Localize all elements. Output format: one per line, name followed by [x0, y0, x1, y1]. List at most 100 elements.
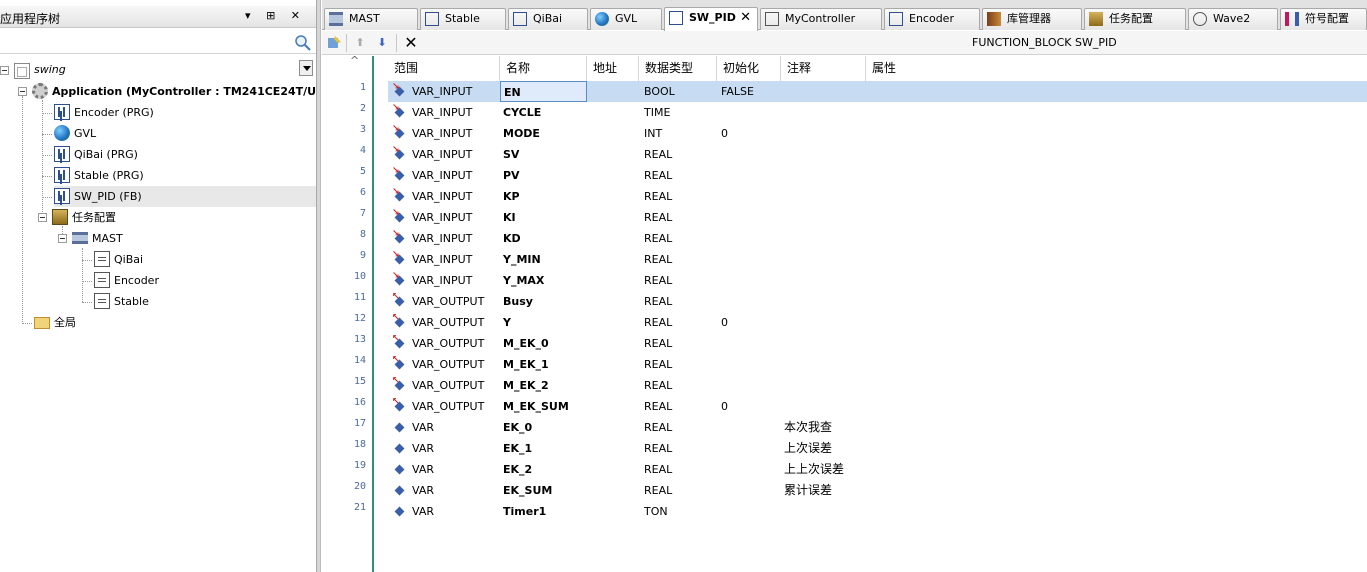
- cell-comment[interactable]: 上上次误差: [784, 459, 844, 480]
- tree-item-application[interactable]: Application (MyController : TM241CE24T/U…: [18, 81, 321, 102]
- cell-scope[interactable]: VAR_OUTPUT: [412, 312, 484, 333]
- cell-type[interactable]: REAL: [644, 186, 672, 207]
- cell-name[interactable]: M_EK_0: [500, 333, 587, 354]
- cell-type[interactable]: REAL: [644, 417, 672, 438]
- cell-name[interactable]: Y_MAX: [500, 270, 587, 291]
- delete-icon[interactable]: ✕: [402, 35, 420, 51]
- cell-name[interactable]: Y: [500, 312, 587, 333]
- cell-init[interactable]: 0: [721, 396, 728, 417]
- cell-name[interactable]: M_EK_2: [500, 375, 587, 396]
- cell-name[interactable]: Timer1: [500, 501, 587, 522]
- cell-init[interactable]: 0: [721, 123, 728, 144]
- cell-type[interactable]: REAL: [644, 291, 672, 312]
- collapse-icon[interactable]: [38, 213, 47, 222]
- table-row[interactable]: ↖ VAR_OUTPUT Busy REAL: [388, 291, 1367, 312]
- cell-scope[interactable]: VAR: [412, 417, 434, 438]
- move-up-icon[interactable]: ⬆: [352, 35, 368, 51]
- panel-splitter[interactable]: [316, 0, 321, 572]
- close-icon[interactable]: ✕: [740, 8, 751, 28]
- tree-item-qibai-prg[interactable]: QiBai (PRG): [54, 144, 138, 165]
- cell-name[interactable]: EK_2: [500, 459, 587, 480]
- tree-item-mast-qibai[interactable]: QiBai: [94, 249, 143, 270]
- cell-name[interactable]: KD: [500, 228, 587, 249]
- table-row[interactable]: VAR EK_SUM REAL 累计误差: [388, 480, 1367, 501]
- column-header-attr[interactable]: 属性: [866, 56, 926, 81]
- tree-item-gvl[interactable]: GVL: [54, 123, 96, 144]
- tab-library-manager[interactable]: 库管理器: [982, 8, 1082, 30]
- cell-name[interactable]: MODE: [500, 123, 587, 144]
- cell-type[interactable]: REAL: [644, 165, 672, 186]
- cell-type[interactable]: REAL: [644, 459, 672, 480]
- table-row[interactable]: ↖ VAR_OUTPUT M_EK_SUM REAL 0: [388, 396, 1367, 417]
- tree-item-task-config[interactable]: 任务配置: [38, 207, 116, 228]
- table-row[interactable]: VAR Timer1 TON: [388, 501, 1367, 522]
- cell-scope[interactable]: VAR_INPUT: [412, 207, 472, 228]
- cell-type[interactable]: INT: [644, 123, 662, 144]
- cell-scope[interactable]: VAR_INPUT: [412, 123, 472, 144]
- column-header-address[interactable]: 地址: [587, 56, 639, 81]
- column-header-comment[interactable]: 注释: [781, 56, 866, 81]
- auto-declare-icon[interactable]: [326, 35, 342, 51]
- tab-mast[interactable]: MAST: [324, 8, 418, 30]
- cell-scope[interactable]: VAR_INPUT: [412, 270, 472, 291]
- cell-scope[interactable]: VAR_OUTPUT: [412, 375, 484, 396]
- cell-name[interactable]: EN: [500, 81, 587, 102]
- cell-comment[interactable]: 累计误差: [784, 480, 832, 501]
- table-row[interactable]: VAR EK_0 REAL 本次我查: [388, 417, 1367, 438]
- tree-item-mast-encoder[interactable]: Encoder: [94, 270, 159, 291]
- collapse-icon[interactable]: [0, 66, 9, 75]
- tab-encoder[interactable]: Encoder: [884, 8, 980, 30]
- column-header-name[interactable]: 名称: [500, 56, 587, 81]
- tab-gvl[interactable]: GVL: [590, 8, 662, 30]
- cell-type[interactable]: TIME: [644, 102, 670, 123]
- table-row[interactable]: ↘ VAR_INPUT KI REAL: [388, 207, 1367, 228]
- cell-type[interactable]: REAL: [644, 438, 672, 459]
- tree-item-mast[interactable]: MAST: [58, 228, 123, 249]
- table-row[interactable]: VAR EK_2 REAL 上上次误差: [388, 459, 1367, 480]
- cell-name[interactable]: SV: [500, 144, 587, 165]
- cell-scope[interactable]: VAR_INPUT: [412, 186, 472, 207]
- cell-scope[interactable]: VAR_INPUT: [412, 144, 472, 165]
- cell-scope[interactable]: VAR_OUTPUT: [412, 333, 484, 354]
- cell-name[interactable]: M_EK_SUM: [500, 396, 587, 417]
- cell-name[interactable]: Busy: [500, 291, 587, 312]
- cell-name[interactable]: CYCLE: [500, 102, 587, 123]
- cell-scope[interactable]: VAR_INPUT: [412, 228, 472, 249]
- table-row[interactable]: ↘ VAR_INPUT PV REAL: [388, 165, 1367, 186]
- tab-task-config[interactable]: 任务配置: [1084, 8, 1186, 30]
- tree-search-bar[interactable]: [0, 32, 316, 54]
- table-row[interactable]: ↘ VAR_INPUT KP REAL: [388, 186, 1367, 207]
- tree-item-sw-pid-fb[interactable]: SW_PID (FB): [54, 186, 316, 207]
- cell-scope[interactable]: VAR_OUTPUT: [412, 291, 484, 312]
- table-row[interactable]: VAR EK_1 REAL 上次误差: [388, 438, 1367, 459]
- cell-type[interactable]: REAL: [644, 270, 672, 291]
- tab-qibai[interactable]: QiBai: [508, 8, 588, 30]
- cell-type[interactable]: REAL: [644, 228, 672, 249]
- table-row[interactable]: ↘ VAR_INPUT SV REAL: [388, 144, 1367, 165]
- tab-sw-pid[interactable]: SW_PID ✕: [664, 7, 758, 31]
- cell-type[interactable]: REAL: [644, 375, 672, 396]
- cell-scope[interactable]: VAR: [412, 480, 434, 501]
- cell-name[interactable]: EK_1: [500, 438, 587, 459]
- table-row[interactable]: ↖ VAR_OUTPUT M_EK_2 REAL: [388, 375, 1367, 396]
- tree-item-encoder-prg[interactable]: Encoder (PRG): [54, 102, 154, 123]
- collapse-header[interactable]: ^: [322, 54, 374, 81]
- collapse-icon[interactable]: [58, 234, 67, 243]
- cell-name[interactable]: EK_SUM: [500, 480, 587, 501]
- cell-scope[interactable]: VAR_OUTPUT: [412, 396, 484, 417]
- cell-name[interactable]: KP: [500, 186, 587, 207]
- cell-scope[interactable]: VAR: [412, 459, 434, 480]
- panel-window-buttons[interactable]: ▾ ⊞ ✕: [245, 9, 306, 22]
- tree-item-stable-prg[interactable]: Stable (PRG): [54, 165, 144, 186]
- cell-scope[interactable]: VAR_INPUT: [412, 102, 472, 123]
- cell-type[interactable]: TON: [644, 501, 668, 522]
- cell-name[interactable]: KI: [500, 207, 587, 228]
- cell-scope[interactable]: VAR: [412, 501, 434, 522]
- collapse-icon[interactable]: [18, 87, 27, 96]
- table-row[interactable]: ↘ VAR_INPUT KD REAL: [388, 228, 1367, 249]
- table-row[interactable]: ↘ VAR_INPUT CYCLE TIME: [388, 102, 1367, 123]
- tab-symbol-config[interactable]: 符号配置: [1280, 8, 1367, 30]
- cell-type[interactable]: REAL: [644, 144, 672, 165]
- cell-type[interactable]: REAL: [644, 480, 672, 501]
- cell-name[interactable]: EK_0: [500, 417, 587, 438]
